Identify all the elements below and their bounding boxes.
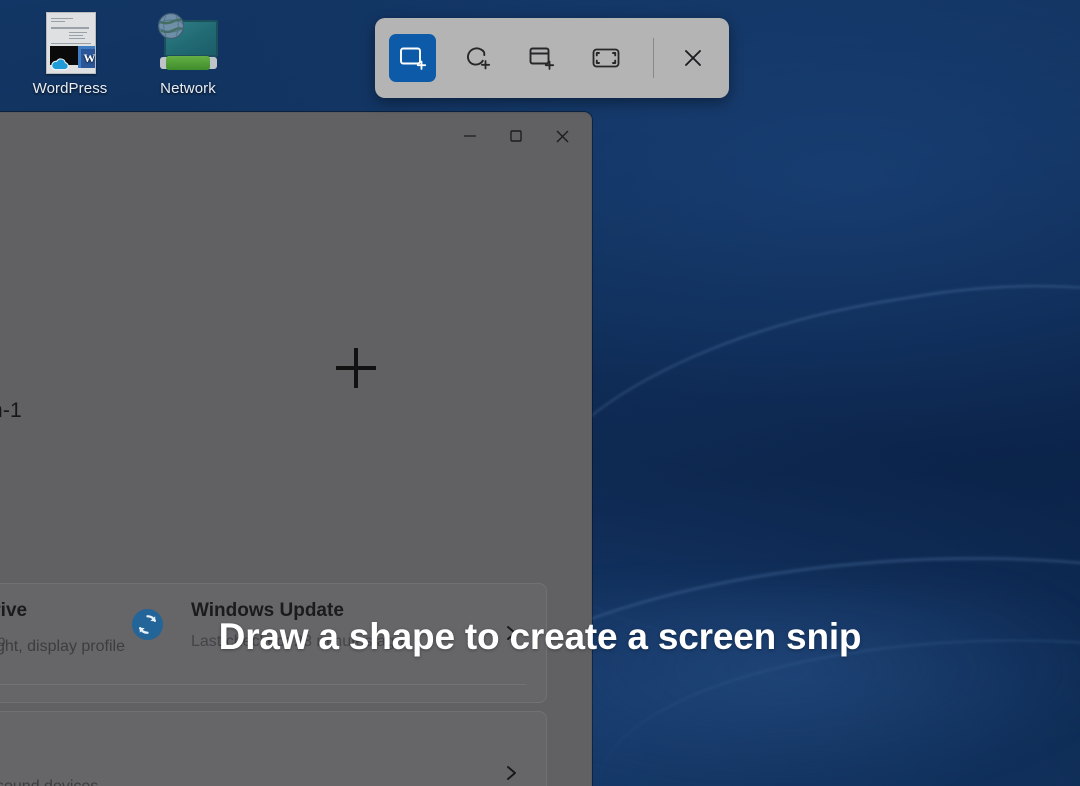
window-controls <box>447 113 585 159</box>
close-window-button[interactable] <box>539 113 585 159</box>
device-name-text: 2-in-1 <box>0 399 22 422</box>
desktop-icon-label: WordPress <box>32 80 108 97</box>
window-plus-icon <box>530 47 555 70</box>
settings-card-sound[interactable]: sound devices <box>0 711 547 786</box>
snip-prompt-text: Draw a shape to create a screen snip <box>218 616 862 657</box>
sound-row-subtitle: sound devices <box>0 778 98 786</box>
freeform-plus-icon <box>466 47 490 70</box>
freeform-snip-button[interactable] <box>454 34 501 82</box>
desktop-icon-label: Network <box>160 80 216 97</box>
card-divider <box>0 684 526 685</box>
minimize-icon <box>464 135 476 137</box>
desktop-icon-network[interactable]: Network <box>140 10 236 97</box>
window-snip-button[interactable] <box>518 34 565 82</box>
fullscreen-snip-button[interactable] <box>583 34 630 82</box>
word-document-icon: W <box>38 10 102 74</box>
close-icon <box>556 130 568 142</box>
toolbar-divider <box>653 38 655 78</box>
snipping-toolbar[interactable] <box>375 18 729 98</box>
rectangle-plus-icon <box>400 47 427 70</box>
desktop-icon-wordpress[interactable]: W WordPress <box>22 10 118 97</box>
globe-icon <box>157 12 185 40</box>
settings-window[interactable]: 2-in-1 eDrive ted up Windows Update Last… <box>0 112 592 786</box>
screen-root: W WordPress Network -1 ive Windows Updat… <box>0 0 1080 786</box>
close-x-icon <box>684 50 701 66</box>
maximize-icon <box>510 130 522 142</box>
minimize-button[interactable] <box>447 113 493 159</box>
maximize-button[interactable] <box>493 113 539 159</box>
close-snip-button[interactable] <box>670 35 715 81</box>
chevron-right-icon[interactable] <box>502 764 520 782</box>
window-titlebar[interactable] <box>0 113 591 159</box>
rectangular-snip-button[interactable] <box>389 34 436 82</box>
fullscreen-brackets-icon <box>592 48 620 68</box>
network-globe-monitor-icon <box>156 10 220 74</box>
onedrive-cloud-icon <box>51 58 69 71</box>
settings-content: 2-in-1 eDrive ted up Windows Update Last… <box>0 159 591 786</box>
